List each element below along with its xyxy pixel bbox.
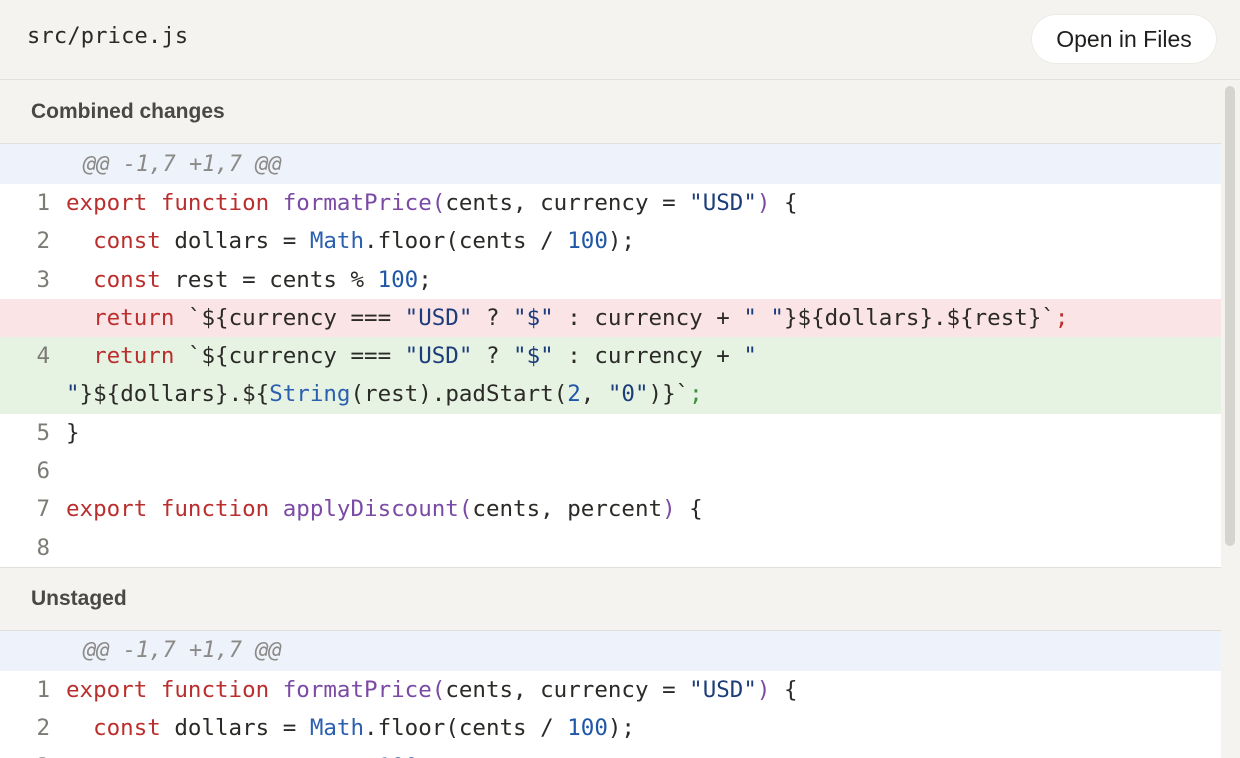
vertical-scrollbar[interactable]	[1221, 80, 1240, 758]
open-in-files-button[interactable]: Open in Files	[1032, 15, 1216, 63]
line-code: return `${currency === "USD" ? "$" : cur…	[66, 343, 771, 408]
hunk-header: @@ -1,7 +1,7 @@	[0, 144, 1221, 184]
line-code: export function formatPrice(cents, curre…	[66, 190, 798, 216]
diff-view[interactable]: Combined changes @@ -1,7 +1,7 @@ 1 export f…	[0, 80, 1221, 758]
line-number: 8	[36, 534, 50, 561]
scrollbar-thumb[interactable]	[1225, 86, 1235, 546]
line-code: export function formatPrice(cents, curre…	[66, 676, 798, 703]
line-number: 2	[36, 228, 50, 255]
line-number: 3	[36, 266, 50, 293]
line-number: 3	[0, 748, 66, 758]
diff-line[interactable]: 7 export function applyDiscount(cents, pe…	[0, 490, 1221, 528]
line-code: return `${currency === "USD" ? "$" : cur…	[93, 304, 1069, 331]
line-number: 7	[36, 496, 50, 523]
line-number: 4	[36, 343, 50, 370]
diff-line[interactable]: 3 const rest = cents % 100;	[0, 261, 1221, 299]
line-number: 6	[36, 458, 50, 485]
line-code: const dollars = Math.floor(cents / 100);	[93, 228, 635, 255]
line-code: const rest = cents % 100;	[93, 266, 432, 293]
hunk-range: @@ -1,7 +1,7 @@	[83, 151, 282, 177]
line-number: 2	[36, 715, 50, 742]
line-number: 5	[36, 419, 50, 446]
file-path: src/price.js	[27, 24, 189, 49]
diff-line[interactable]: 8	[0, 529, 1221, 567]
line-code: const rest = cents % 100;	[66, 748, 1221, 758]
section-header: Combined changes	[0, 80, 1221, 144]
diff-line[interactable]: 6	[0, 452, 1221, 490]
line-code: const dollars = Math.floor(cents / 100);	[93, 715, 635, 742]
diff-line[interactable]: 5}	[0, 414, 1221, 452]
diff-line-removed[interactable]: return `${currency === "USD" ? "$" : cur…	[0, 298, 1221, 338]
line-code: export function applyDiscount(cents, per…	[66, 496, 703, 523]
diff-line[interactable]: 3 const rest = cents % 100;	[0, 748, 1221, 758]
diff-line[interactable]: 2 const dollars = Math.floor(cents / 100…	[0, 709, 1221, 747]
line-code: }	[66, 419, 80, 446]
diff-toolbar: src/price.js Open in Files	[0, 0, 1240, 80]
line-number: 1	[36, 190, 50, 216]
hunk-header: @@ -1,7 +1,7 @@	[0, 630, 1221, 671]
line-number: 1	[36, 676, 50, 703]
diff-line[interactable]: 2 const dollars = Math.floor(cents / 100…	[0, 222, 1221, 260]
diff-line[interactable]: 1 export function formatPrice(cents, curr…	[0, 184, 1221, 222]
diff-line-added[interactable]: 4 return `${currency === "USD" ? "$" : c…	[0, 337, 1221, 414]
hunk-range: @@ -1,7 +1,7 @@	[83, 638, 282, 664]
section-header: Unstaged	[0, 566, 1221, 631]
diff-line[interactable]: 1 export function formatPrice(cents, curr…	[0, 671, 1221, 709]
